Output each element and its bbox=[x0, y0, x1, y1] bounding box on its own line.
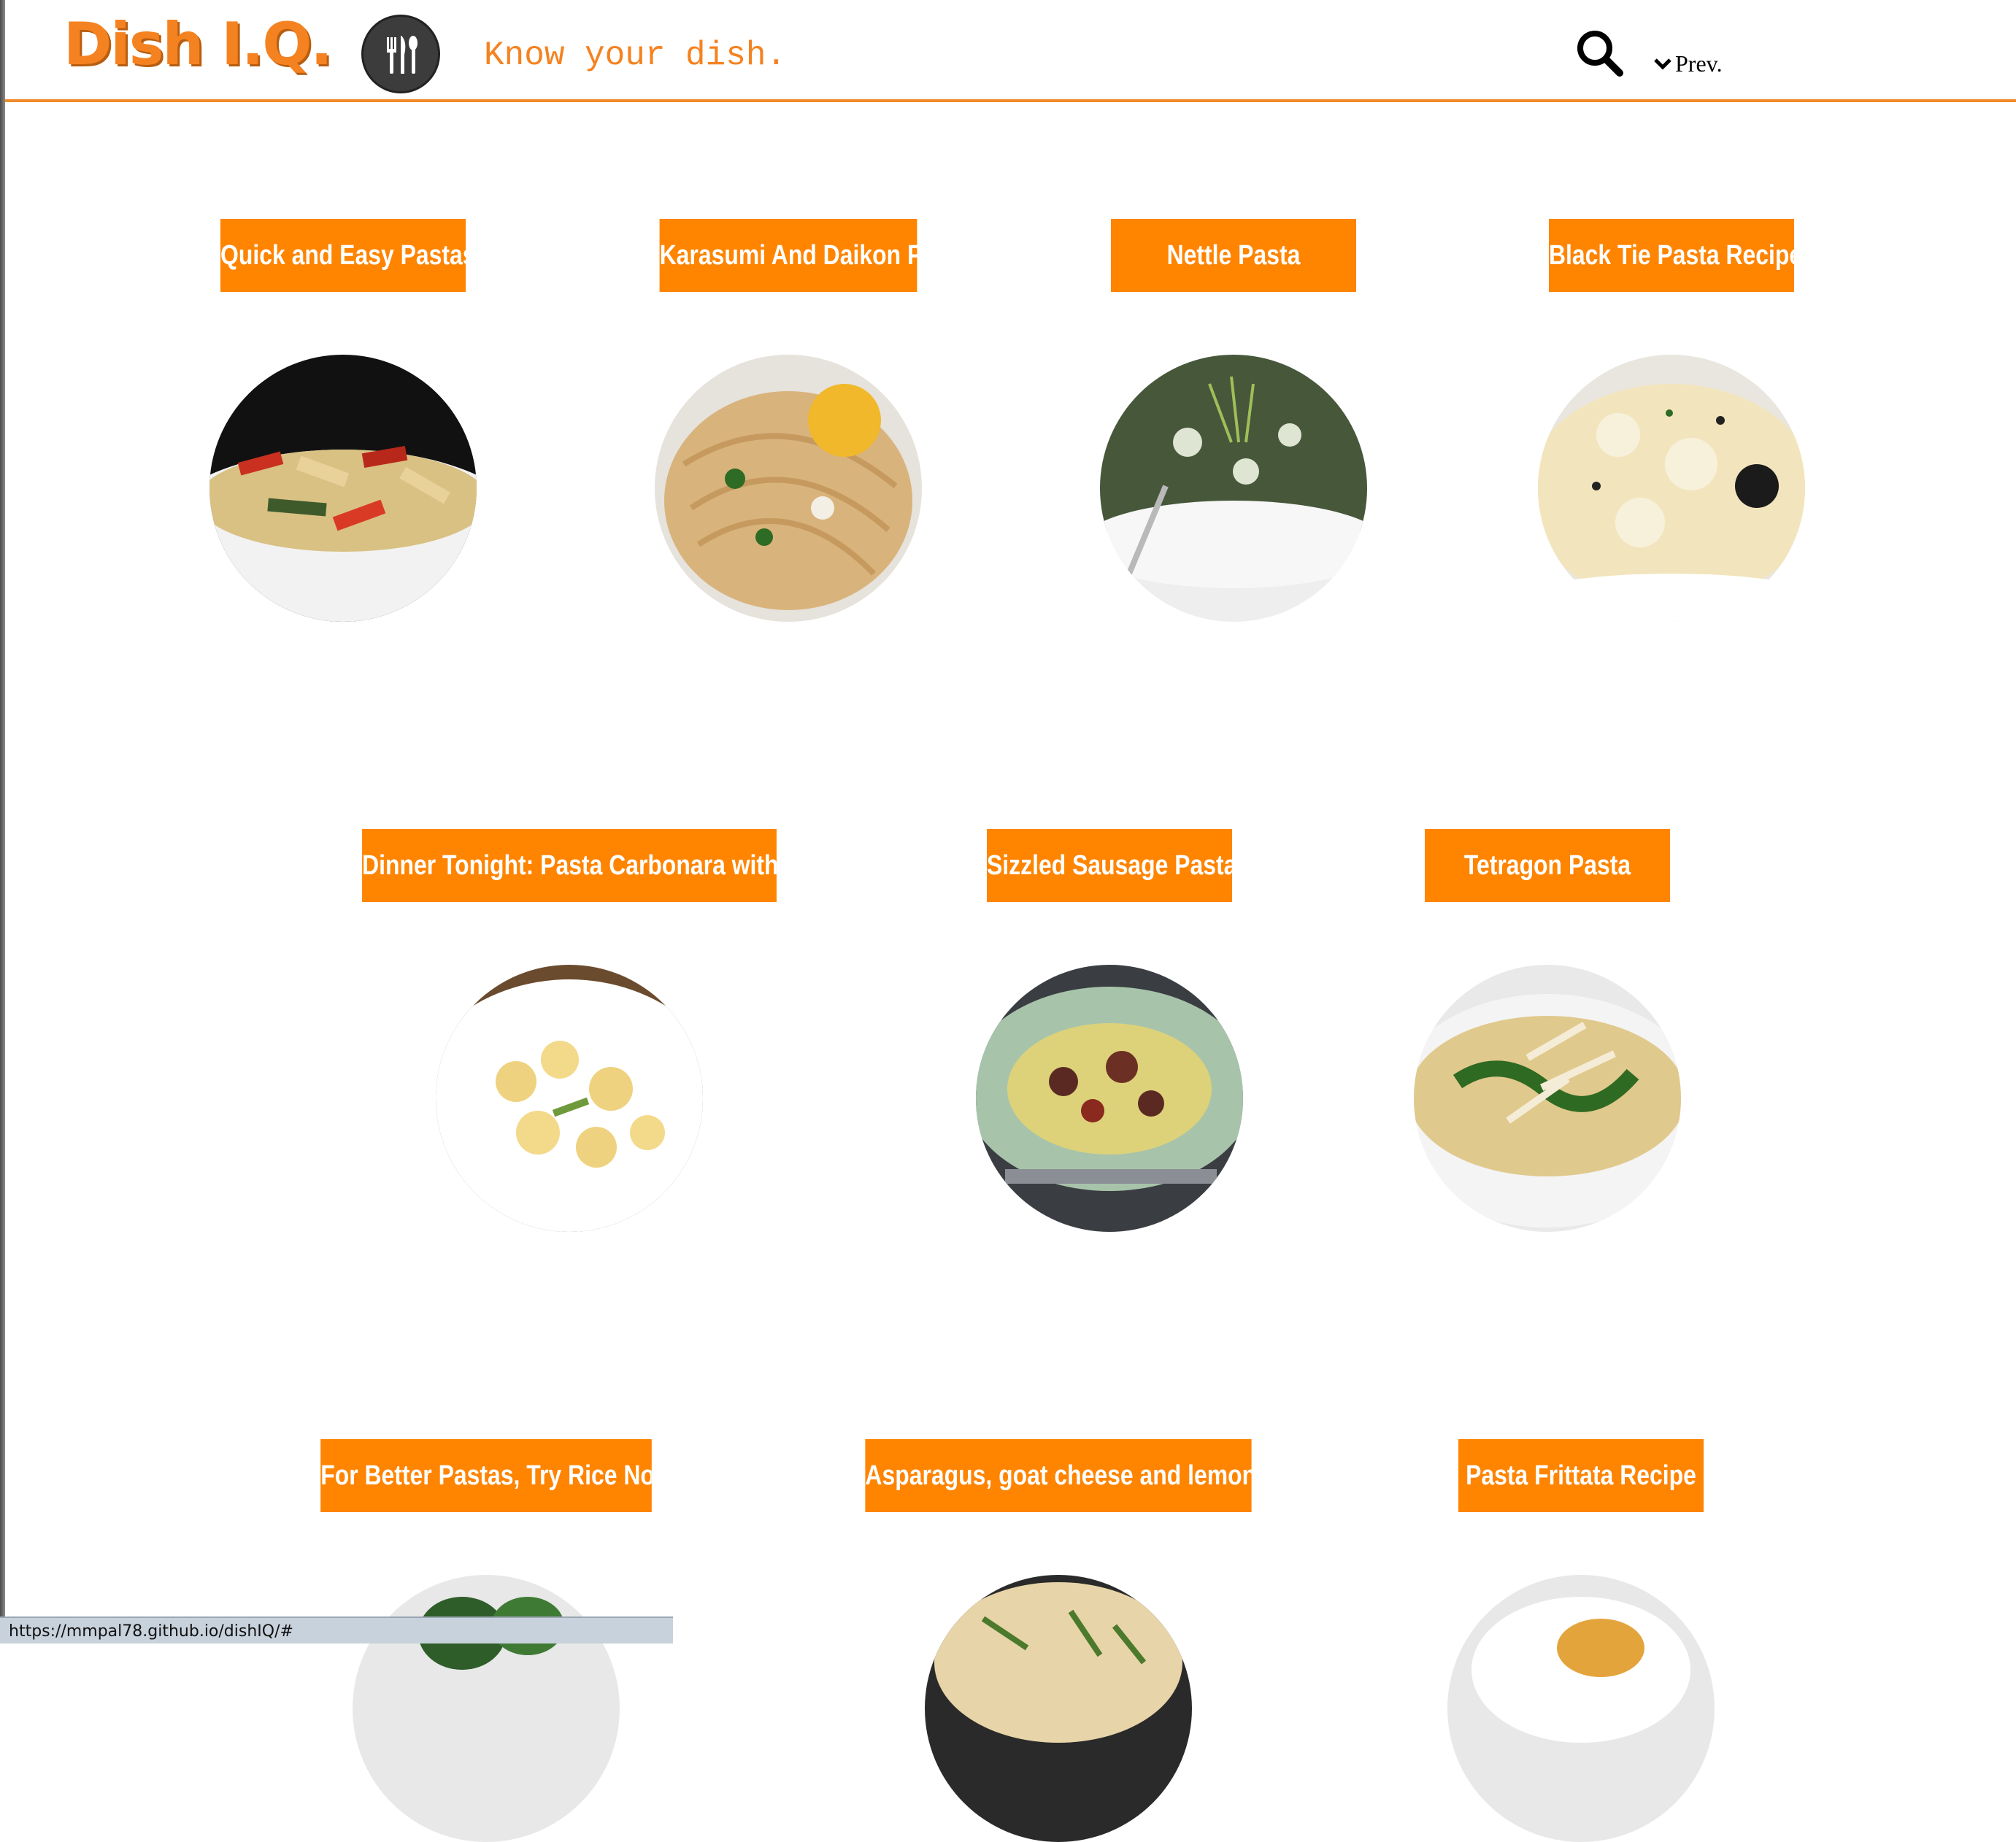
recipe-title-button[interactable]: For Better Pastas, Try Rice Noodles bbox=[320, 1439, 652, 1512]
recipe-image[interactable] bbox=[1100, 355, 1367, 622]
recipe-image[interactable] bbox=[655, 355, 922, 622]
recipe-title-button[interactable]: Karasumi And Daikon Pasta bbox=[659, 219, 917, 292]
recipe-title-button[interactable]: Nettle Pasta bbox=[1111, 219, 1356, 292]
recipe-image[interactable] bbox=[436, 965, 703, 1232]
recipe-card: Asparagus, goat cheese and lemon pasta bbox=[865, 1439, 1252, 1842]
recipe-grid: Quick and Easy Pastas Karasumi And Daiko… bbox=[0, 0, 2016, 1842]
recipe-card: Black Tie Pasta Recipe bbox=[1518, 219, 1825, 622]
recipe-title-button[interactable]: Quick and Easy Pastas bbox=[220, 219, 466, 292]
recipe-image[interactable] bbox=[925, 1575, 1192, 1842]
recipe-image[interactable] bbox=[209, 355, 477, 622]
recipe-title-button[interactable]: Dinner Tonight: Pasta Carbonara with Lee… bbox=[362, 829, 777, 902]
recipe-card: Tetragon Pasta bbox=[1394, 829, 1701, 1232]
recipe-card: Quick and Easy Pastas bbox=[190, 219, 496, 622]
recipe-card: Nettle Pasta bbox=[1080, 219, 1387, 622]
recipe-card: Pasta Frittata Recipe bbox=[1428, 1439, 1734, 1842]
recipe-image[interactable] bbox=[1414, 965, 1681, 1232]
browser-status-bar: https://mmpal78.github.io/dishIQ/# bbox=[0, 1616, 673, 1643]
recipe-image[interactable] bbox=[353, 1575, 620, 1842]
recipe-title-button[interactable]: Sizzled Sausage Pasta bbox=[987, 829, 1232, 902]
recipe-card: Dinner Tonight: Pasta Carbonara with Lee… bbox=[362, 829, 777, 1232]
recipe-card: Sizzled Sausage Pasta bbox=[956, 829, 1263, 1232]
recipe-card: Karasumi And Daikon Pasta bbox=[635, 219, 942, 622]
recipe-title-button[interactable]: Black Tie Pasta Recipe bbox=[1549, 219, 1794, 292]
recipe-title-button[interactable]: Asparagus, goat cheese and lemon pasta bbox=[865, 1439, 1252, 1512]
recipe-title-button[interactable]: Pasta Frittata Recipe bbox=[1458, 1439, 1704, 1512]
recipe-image[interactable] bbox=[1538, 355, 1805, 622]
recipe-image[interactable] bbox=[976, 965, 1243, 1232]
recipe-title-button[interactable]: Tetragon Pasta bbox=[1425, 829, 1670, 902]
recipe-image[interactable] bbox=[1447, 1575, 1715, 1842]
